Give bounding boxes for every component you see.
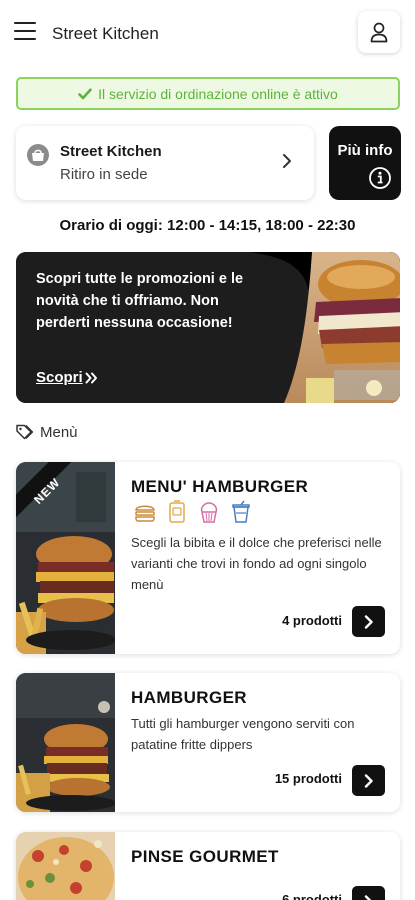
category-title: PINSE GOURMET — [131, 847, 279, 866]
category-title: MENU' HAMBURGER — [131, 477, 309, 496]
product-count: 6 prodotti — [282, 892, 342, 900]
open-category-button[interactable] — [352, 606, 385, 637]
account-button[interactable] — [358, 11, 400, 53]
product-count: 15 prodotti — [274, 771, 342, 786]
category-image — [16, 462, 115, 654]
tag-icon — [16, 424, 34, 440]
more-info-button[interactable]: Più info — [329, 126, 401, 200]
restaurant-name: Street Kitchen — [60, 143, 162, 160]
service-status-text: Il servizio di ordinazione online è atti… — [98, 85, 338, 102]
promo-text: Scopri tutte le promozioni e le novità c… — [36, 271, 244, 331]
app-title: Street Kitchen — [52, 24, 159, 43]
more-info-label: Più info — [337, 142, 393, 159]
category-card-pinse-gourmet[interactable]: PINSE GOURMET 6 prodotti — [16, 832, 400, 900]
menu-icon[interactable] — [14, 22, 36, 42]
category-card-menu-hamburger[interactable]: NEW MENU' HAMBURGER Scegli la bibita e i… — [16, 462, 400, 654]
promo-banner[interactable]: Scopri tutte le promozioni e le novità c… — [16, 252, 400, 403]
info-icon — [369, 167, 391, 189]
drink-icon — [169, 500, 185, 523]
chevron-right-icon — [364, 894, 372, 900]
menu-section-heading: Menù — [16, 424, 78, 441]
store-icon — [27, 144, 49, 166]
chevron-right-icon — [364, 614, 373, 629]
burger-icon — [135, 505, 155, 522]
open-category-button[interactable] — [352, 765, 385, 796]
order-mode: Ritiro in sede — [60, 166, 148, 183]
open-category-button[interactable] — [352, 886, 385, 900]
category-image — [16, 673, 115, 812]
check-icon — [78, 88, 92, 99]
app-header: Street Kitchen — [0, 0, 415, 68]
menu-section-label: Menù — [40, 424, 78, 441]
discover-link[interactable]: Scopri — [36, 369, 99, 386]
discover-link-label: Scopri — [36, 369, 83, 386]
cupcake-icon — [200, 502, 218, 523]
service-status-banner: Il servizio di ordinazione online è atti… — [16, 77, 400, 110]
user-icon — [370, 22, 388, 43]
category-card-hamburger[interactable]: HAMBURGER Tutti gli hamburger vengono se… — [16, 673, 400, 812]
double-chevron-right-icon — [85, 372, 97, 383]
category-icons — [133, 500, 253, 524]
chevron-right-icon — [364, 773, 373, 788]
category-description: Tutti gli hamburger vengono serviti con … — [131, 716, 355, 752]
category-description: Scegli la bibita e il dolce che preferis… — [131, 535, 382, 592]
category-title: HAMBURGER — [131, 688, 247, 707]
category-image — [16, 832, 115, 900]
product-count: 4 prodotti — [282, 613, 342, 628]
restaurant-selector[interactable]: Street Kitchen Ritiro in sede — [16, 126, 314, 200]
chevron-right-icon — [283, 154, 291, 168]
opening-hours: Orario di oggi: 12:00 - 14:15, 18:00 - 2… — [59, 217, 356, 234]
cup-icon — [232, 500, 250, 523]
